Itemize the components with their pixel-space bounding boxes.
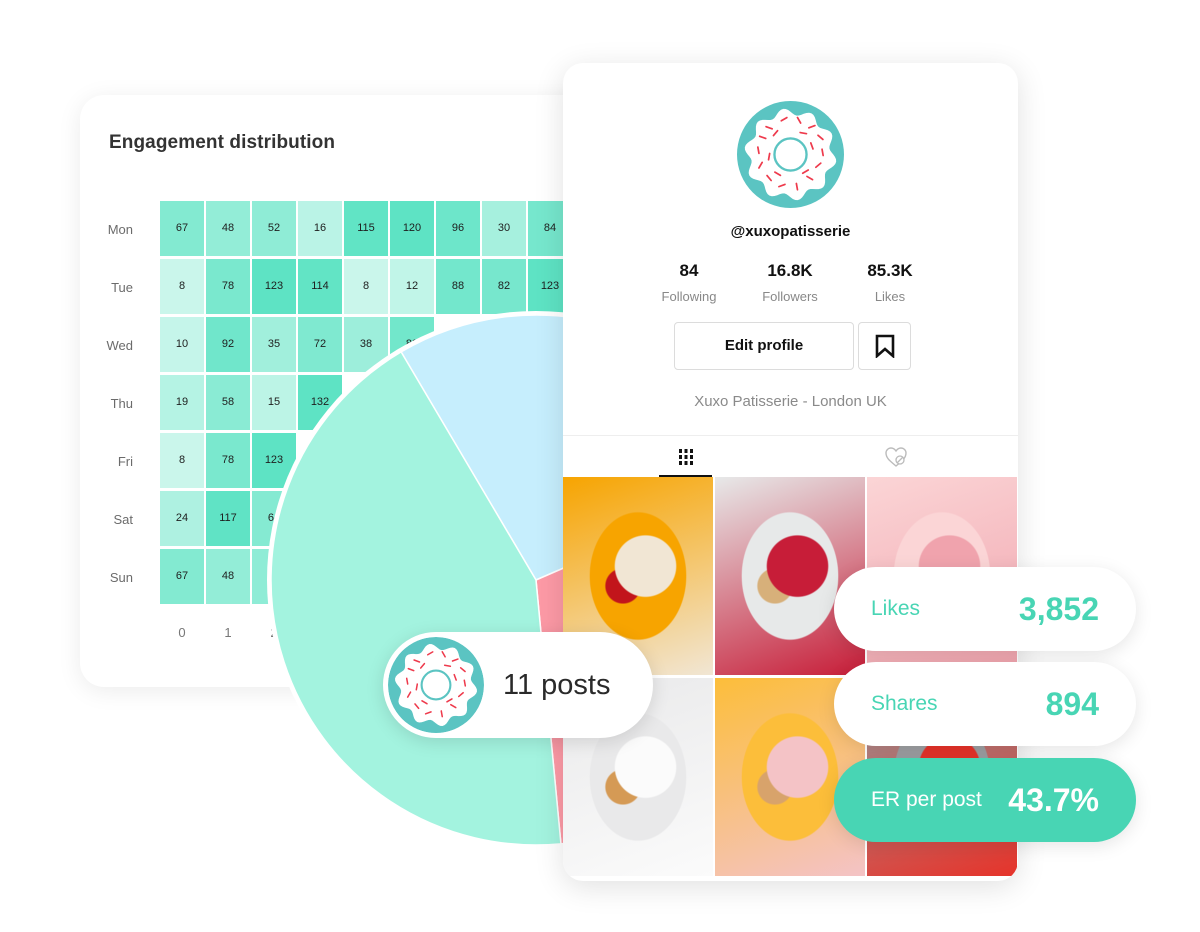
- heatmap-day-label: Tue: [111, 280, 133, 295]
- bookmark-button[interactable]: [858, 322, 911, 370]
- grid-icon: [678, 449, 693, 465]
- stat-likes[interactable]: 85.3K Likes: [830, 261, 950, 304]
- heatmap-cell[interactable]: 78: [206, 433, 250, 488]
- metric-likes: Likes 3,852: [834, 567, 1136, 651]
- heatmap-cell[interactable]: 92: [206, 317, 250, 372]
- heatmap-cell[interactable]: 123: [252, 259, 296, 314]
- heatmap-day-label: Sun: [109, 570, 133, 585]
- metric-label: Shares: [871, 692, 938, 715]
- stat-value: 85.3K: [867, 261, 913, 280]
- heatmap-cell[interactable]: 8: [160, 433, 204, 488]
- heatmap-cell[interactable]: 48: [206, 201, 250, 256]
- heatmap-cell[interactable]: 52: [252, 201, 296, 256]
- heatmap-cell[interactable]: 24: [160, 491, 204, 546]
- video-thumbnail[interactable]: [715, 477, 865, 675]
- heatmap-cell[interactable]: 67: [160, 201, 204, 256]
- heatmap-day-label: Wed: [106, 338, 134, 353]
- heatmap-cell[interactable]: 96: [436, 201, 480, 256]
- profile-handle[interactable]: @xuxopatisserie: [563, 223, 1018, 240]
- heatmap-cell[interactable]: 16: [298, 201, 342, 256]
- heatmap-cell[interactable]: 117: [206, 491, 250, 546]
- edit-profile-button[interactable]: Edit profile: [674, 322, 854, 370]
- heatmap-cell[interactable]: 114: [298, 259, 342, 314]
- heatmap-cell[interactable]: 8: [344, 259, 388, 314]
- heatmap-cell[interactable]: 88: [436, 259, 480, 314]
- metric-label: ER per post: [871, 788, 982, 811]
- heatmap-day-label: Fri: [117, 454, 133, 469]
- metric-er-per-post: ER per post 43.7%: [834, 758, 1136, 842]
- heatmap-cell[interactable]: 115: [344, 201, 388, 256]
- heatmap-cell[interactable]: 8: [160, 259, 204, 314]
- heatmap-cell[interactable]: 19: [160, 375, 204, 430]
- heatmap-cell[interactable]: 78: [206, 259, 250, 314]
- metric-value: 43.7%: [1008, 782, 1099, 818]
- donut-avatar-icon[interactable]: [737, 101, 844, 208]
- metric-shares: Shares 894: [834, 662, 1136, 746]
- heatmap-cell[interactable]: 12: [390, 259, 434, 314]
- heatmap-cell[interactable]: 10: [160, 317, 204, 372]
- stat-label: Likes: [874, 289, 906, 304]
- heatmap-day-label: Thu: [110, 396, 133, 411]
- heatmap-x-tick: 0: [178, 625, 186, 640]
- card-title: Engagement distribution: [109, 132, 336, 153]
- heatmap-cell[interactable]: 48: [206, 549, 250, 604]
- metric-value: 894: [1045, 686, 1099, 722]
- heatmap-x-tick: 1: [224, 625, 232, 640]
- metric-label: Likes: [871, 597, 921, 620]
- heatmap-day-label: Mon: [107, 222, 133, 237]
- heatmap-cell[interactable]: 67: [160, 549, 204, 604]
- heatmap-cell[interactable]: 82: [482, 259, 526, 314]
- tab-liked[interactable]: [869, 436, 922, 478]
- tab-videos[interactable]: [659, 436, 712, 478]
- heatmap-cell[interactable]: 120: [390, 201, 434, 256]
- heatmap-cell[interactable]: 30: [482, 201, 526, 256]
- profile-tabs: [563, 435, 1018, 478]
- donut-avatar-icon: [388, 637, 484, 733]
- profile-bio: Xuxo Patisserie - London UK: [694, 393, 887, 410]
- posts-count: 11 posts: [503, 669, 611, 701]
- bookmark-icon: [875, 334, 894, 358]
- heatmap-cell[interactable]: 58: [206, 375, 250, 430]
- liked-hidden-icon: [884, 447, 907, 467]
- metric-value: 3,852: [1018, 591, 1099, 627]
- heatmap-day-label: Sat: [113, 512, 133, 527]
- posts-count-pill: 11 posts: [383, 632, 653, 738]
